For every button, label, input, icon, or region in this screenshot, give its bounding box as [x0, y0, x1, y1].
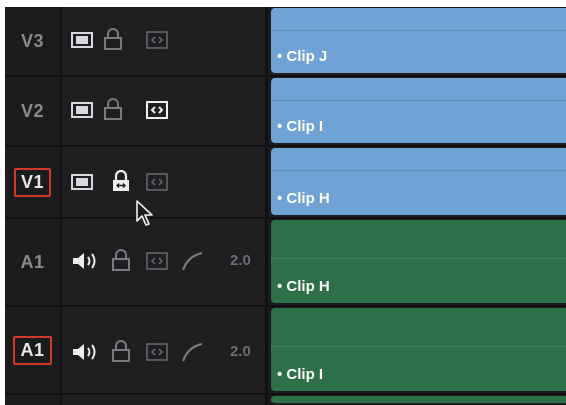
track-next-controls: [62, 395, 268, 405]
track-a1-second-controls: 2.0: [62, 307, 268, 393]
track-v3-header[interactable]: V3: [5, 7, 62, 75]
speaker-icon[interactable]: [71, 250, 99, 272]
lock-icon[interactable]: [102, 97, 124, 121]
curve-icon[interactable]: [180, 341, 206, 363]
track-a1-second-header[interactable]: A1: [5, 307, 62, 393]
channel-format: 2.0: [230, 343, 251, 360]
auto-select-icon[interactable]: [146, 31, 168, 49]
clip[interactable]: • Clip J: [271, 8, 566, 73]
track-next-header: [5, 395, 62, 405]
track-v2-controls: [62, 77, 268, 145]
track-v3-controls: [62, 7, 268, 75]
track-a1-controls: 2.0: [62, 219, 268, 305]
lock-icon[interactable]: [110, 169, 132, 193]
track-v2: V2 • Clip I: [5, 77, 566, 147]
track-name-selected[interactable]: A1: [13, 335, 52, 365]
auto-select-icon[interactable]: [146, 343, 168, 361]
track-a1-header[interactable]: A1: [5, 219, 62, 305]
track-v2-header[interactable]: V2: [5, 77, 62, 145]
track-v3: V3 • Clip J: [5, 7, 566, 77]
track-v1: V1 • Clip H: [5, 147, 566, 219]
track-name[interactable]: V2: [21, 101, 44, 122]
clip-label: • Clip J: [277, 48, 328, 65]
track-a1-second-lane: • Clip I: [268, 307, 566, 393]
clip-label: • Clip H: [277, 278, 330, 295]
track-a1-second: A1 2.0 • Clip I: [5, 307, 566, 395]
track-v1-header[interactable]: V1: [5, 147, 62, 217]
clip-label: • Clip I: [277, 118, 324, 135]
lock-icon[interactable]: [110, 248, 132, 272]
track-v1-controls: [62, 147, 268, 217]
track-name-selected[interactable]: V1: [13, 167, 52, 197]
film-strip-icon[interactable]: [71, 32, 93, 48]
track-name[interactable]: A1: [20, 252, 44, 273]
timeline: V3 • Clip J V2 • Clip I V1 • Clip H A1 2…: [5, 7, 566, 405]
track-v1-lane: • Clip H: [268, 147, 566, 217]
film-strip-icon[interactable]: [71, 174, 93, 190]
track-next: [5, 395, 566, 405]
track-next-lane: [268, 395, 566, 405]
clip[interactable]: • Clip H: [271, 220, 566, 303]
auto-select-icon[interactable]: [146, 101, 168, 119]
clip[interactable]: • Clip I: [271, 78, 566, 143]
clip-label: • Clip H: [277, 190, 330, 207]
film-strip-icon[interactable]: [71, 102, 93, 118]
track-a1-lane: • Clip H: [268, 219, 566, 305]
track-a1: A1 2.0 • Clip H: [5, 219, 566, 307]
clip[interactable]: • Clip I: [271, 308, 566, 391]
mouse-pointer-icon: [135, 199, 157, 234]
speaker-icon[interactable]: [71, 341, 99, 363]
lock-icon[interactable]: [102, 27, 124, 51]
clip[interactable]: • Clip H: [271, 148, 566, 215]
track-v2-lane: • Clip I: [268, 77, 566, 145]
track-name[interactable]: V3: [21, 31, 44, 52]
curve-icon[interactable]: [180, 250, 206, 272]
auto-select-icon[interactable]: [146, 252, 168, 270]
lock-icon[interactable]: [110, 339, 132, 363]
clip-label: • Clip I: [277, 366, 324, 383]
clip[interactable]: [271, 396, 566, 403]
track-v3-lane: • Clip J: [268, 7, 566, 75]
channel-format: 2.0: [230, 252, 251, 269]
auto-select-icon[interactable]: [146, 173, 168, 191]
